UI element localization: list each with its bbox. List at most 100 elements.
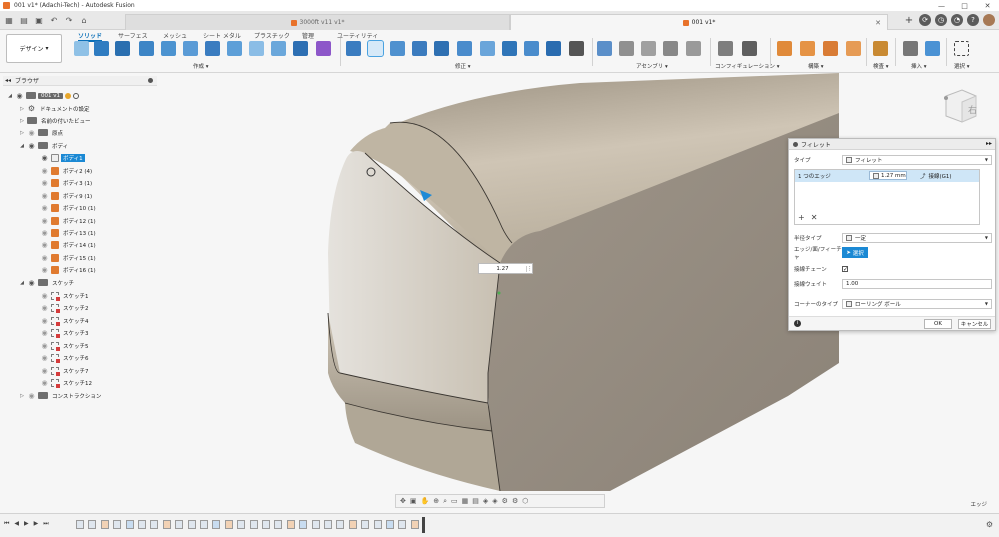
timeline-feature-icon[interactable] xyxy=(113,520,122,529)
tree-item-bodies[interactable]: ◢ ◉ ボディ xyxy=(19,140,70,151)
visibility-icon[interactable]: ◉ xyxy=(40,179,49,187)
pan-icon[interactable]: ✋ xyxy=(421,497,430,505)
select-button[interactable]: ➤ 選択 xyxy=(842,247,868,258)
sweep-icon[interactable] xyxy=(161,41,176,56)
timeline-feature-icon[interactable] xyxy=(175,520,184,529)
offset-face-icon[interactable] xyxy=(502,41,517,56)
info-icon[interactable]: i xyxy=(794,320,801,327)
fillet-radius-input[interactable]: 1.27 ⋮ xyxy=(478,263,533,274)
plane-at-angle-icon[interactable] xyxy=(800,41,815,56)
timeline-feature-icon[interactable] xyxy=(125,520,134,529)
tree-item-body[interactable]: ◉ ボディ9 (1) xyxy=(40,190,94,201)
timeline-feature-icon[interactable] xyxy=(386,520,394,529)
tab-surface[interactable]: サーフェス xyxy=(118,31,148,40)
visibility-icon[interactable]: ◉ xyxy=(40,254,49,262)
insert-derive-icon[interactable] xyxy=(903,41,918,56)
tree-item-sketch[interactable]: ◉ スケッチ6 xyxy=(40,352,91,363)
timeline-feature-icon[interactable] xyxy=(410,520,419,529)
create-sketch-icon[interactable] xyxy=(74,41,89,56)
configuration-icon[interactable] xyxy=(718,41,733,56)
add-selection-icon[interactable]: + xyxy=(798,213,805,222)
joint-icon[interactable] xyxy=(619,41,634,56)
measure-icon[interactable] xyxy=(873,41,888,56)
visibility-icon[interactable]: ◉ xyxy=(40,379,49,387)
visibility-icon[interactable]: ◉ xyxy=(27,392,36,400)
derive-icon[interactable] xyxy=(316,41,331,56)
group-select[interactable]: 選択 ▾ xyxy=(954,62,970,70)
insert-canvas-icon[interactable] xyxy=(925,41,940,56)
cone-icon[interactable] xyxy=(205,41,220,56)
tree-item-body[interactable]: ◉ ボディ10 (1) xyxy=(40,202,98,213)
type-dropdown[interactable]: フィレット ▼ xyxy=(842,154,992,165)
viewcube[interactable]: 右 xyxy=(940,82,982,128)
tree-item-document-settings[interactable]: ▷ ⚙ ドキュメントの設定 xyxy=(19,103,92,114)
remove-selection-icon[interactable]: ✕ xyxy=(811,213,818,222)
timeline-feature-icon[interactable] xyxy=(150,520,159,529)
expand-icon[interactable]: ▷ xyxy=(19,106,25,112)
visibility-icon[interactable]: ◉ xyxy=(27,142,36,150)
tab-plastic[interactable]: プラスチック xyxy=(254,31,290,40)
go-to-start-icon[interactable]: ⏮ xyxy=(4,520,9,528)
visibility-icon[interactable]: ◉ xyxy=(40,192,49,200)
tree-item-sketch[interactable]: ◉ スケッチ3 xyxy=(40,327,91,338)
zoom-icon[interactable]: ⊕ xyxy=(433,497,439,505)
tree-item-sketch[interactable]: ◉ スケッチ1 xyxy=(40,290,91,301)
visibility-icon[interactable]: ◉ xyxy=(40,317,49,325)
move-icon[interactable] xyxy=(569,41,584,56)
timeline-feature-icon[interactable] xyxy=(100,520,109,529)
box-icon[interactable] xyxy=(115,41,130,56)
shell-icon[interactable] xyxy=(412,41,427,56)
step-forward-icon[interactable]: ▶ xyxy=(34,520,39,528)
tab-solid[interactable]: ソリッド xyxy=(78,31,103,42)
timeline-feature-icon[interactable] xyxy=(311,520,320,529)
orbit-icon[interactable]: ✥ xyxy=(400,497,406,505)
viewports-icon[interactable]: ▤ xyxy=(472,497,479,505)
play-icon[interactable]: ▶ xyxy=(24,520,29,528)
visibility-icon[interactable]: ◉ xyxy=(40,292,49,300)
look-at-icon[interactable]: ▣ xyxy=(410,497,417,505)
pattern-icon[interactable] xyxy=(249,41,264,56)
extensions-icon[interactable]: ⟳ xyxy=(919,14,931,26)
scale-icon[interactable] xyxy=(457,41,472,56)
dialog-handle-icon[interactable] xyxy=(793,141,798,147)
radius-type-dropdown[interactable]: 一定 ▼ xyxy=(842,232,992,243)
timeline-feature-icon[interactable] xyxy=(324,520,332,529)
visibility-icon[interactable]: ◉ xyxy=(40,167,49,175)
tangent-chain-checkbox[interactable]: ✓ xyxy=(842,265,848,272)
fillet-icon[interactable] xyxy=(367,40,384,57)
grid-menu-icon[interactable]: ▦ xyxy=(3,14,15,26)
tree-item-sketch[interactable]: ◉ スケッチ7 xyxy=(40,365,91,376)
configuration-table-icon[interactable] xyxy=(742,41,757,56)
timeline-feature-icon[interactable] xyxy=(262,520,270,529)
jobs-icon[interactable]: ◷ xyxy=(935,14,947,26)
new-tab-icon[interactable]: + xyxy=(903,14,915,26)
timeline-feature-icon[interactable] xyxy=(162,520,171,529)
undo-icon[interactable]: ↶ xyxy=(48,14,60,26)
visibility-icon[interactable]: ◉ xyxy=(15,92,24,100)
hole-icon[interactable] xyxy=(227,41,242,56)
visibility-icon[interactable]: ◉ xyxy=(40,354,49,362)
offset-plane-icon[interactable] xyxy=(777,41,792,56)
tree-item-sketch[interactable]: ◉ スケッチ5 xyxy=(40,340,91,351)
minimize-button[interactable]: — xyxy=(930,0,953,11)
tab-3000ft[interactable]: 3000ft v11 v1* xyxy=(125,14,510,30)
group-create[interactable]: 作成 ▾ xyxy=(193,62,209,70)
redo-icon[interactable]: ↷ xyxy=(63,14,75,26)
split-face-icon[interactable] xyxy=(546,41,561,56)
expand-icon[interactable]: ▷ xyxy=(19,118,25,124)
tab-sheet-metal[interactable]: シート メタル xyxy=(203,31,241,40)
visibility-icon[interactable]: ◉ xyxy=(40,204,49,212)
visibility-icon[interactable]: ◉ xyxy=(27,279,36,287)
group-assembly[interactable]: アセンブリ ▾ xyxy=(636,62,668,70)
cancel-button[interactable]: キャンセル xyxy=(958,319,991,329)
form-icon[interactable] xyxy=(293,41,308,56)
timeline-feature-icon[interactable] xyxy=(187,520,196,529)
expand-icon[interactable]: ▷ xyxy=(19,393,25,399)
tree-item-body[interactable]: ◉ ボディ12 (1) xyxy=(40,215,98,226)
visibility-icon[interactable]: ◉ xyxy=(40,229,49,237)
more-icon[interactable]: ⋮ xyxy=(526,265,533,272)
expand-icon[interactable]: ◢ xyxy=(7,93,13,99)
tree-item-body[interactable]: ◉ ボディ16 (1) xyxy=(40,264,98,275)
combine-icon[interactable] xyxy=(480,41,495,56)
visibility-icon[interactable]: ◉ xyxy=(40,241,49,249)
